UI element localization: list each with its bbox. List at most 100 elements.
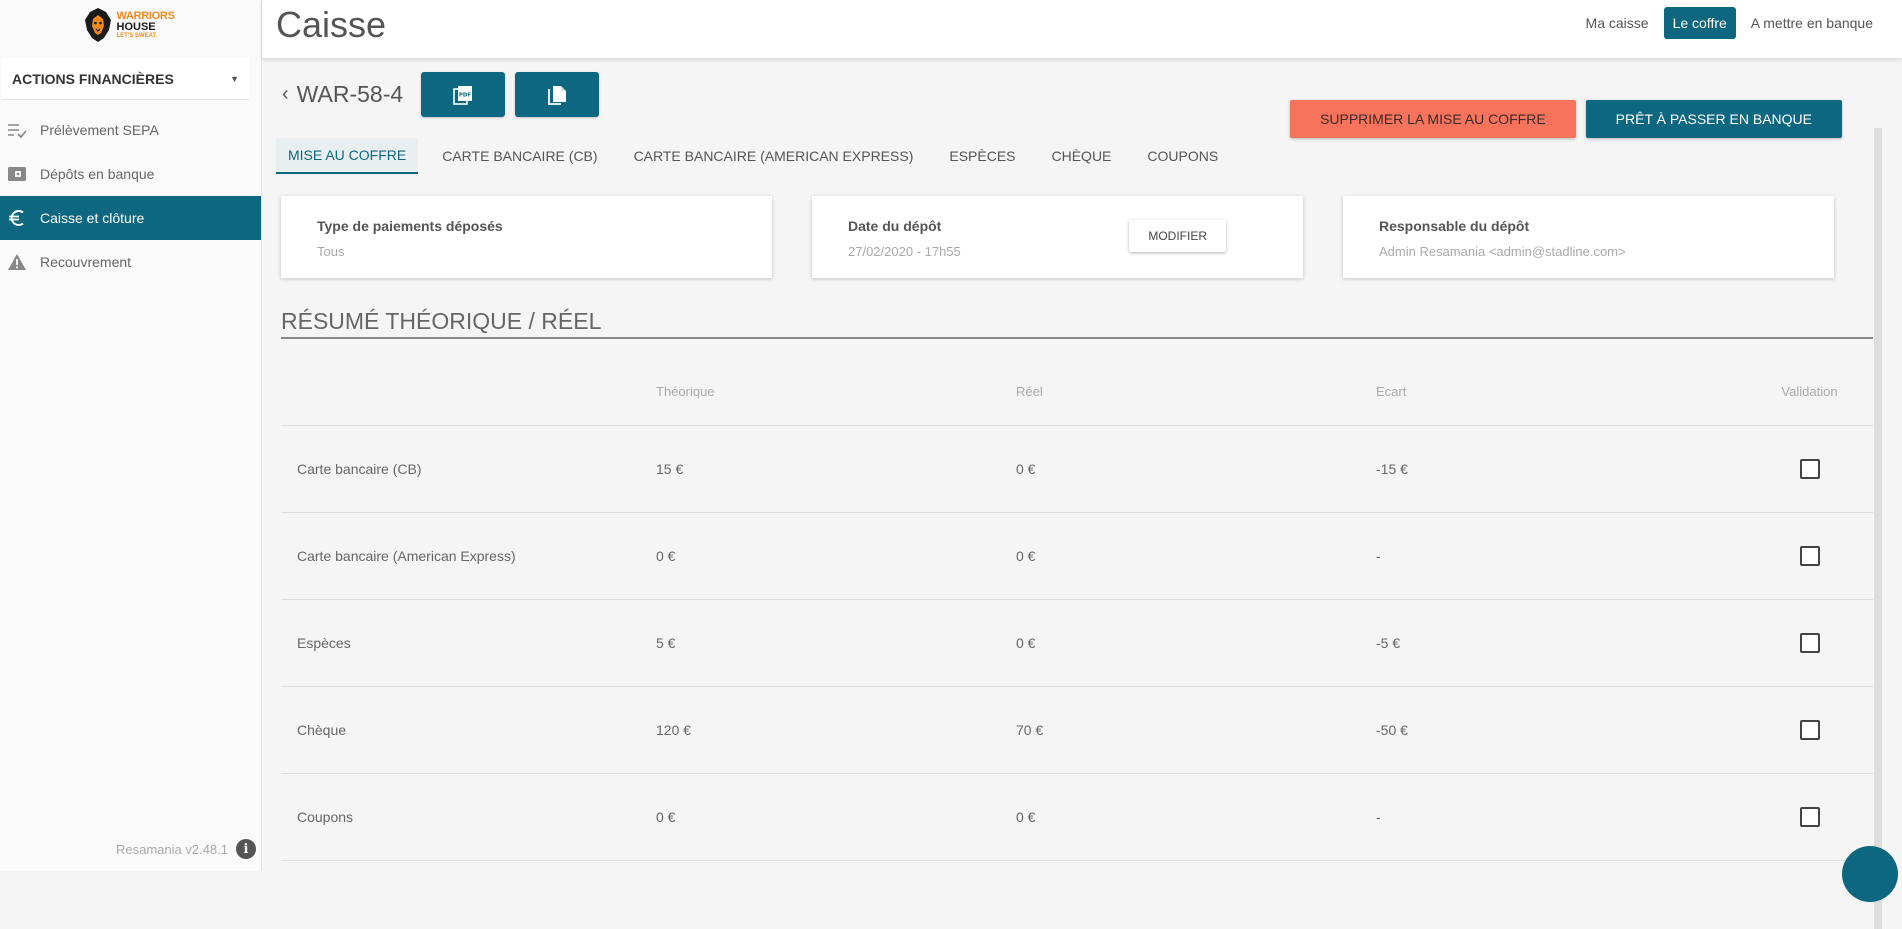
back-link[interactable]: ‹ WAR-58-4 xyxy=(282,81,403,108)
deposit-reference: WAR-58-4 xyxy=(296,81,404,107)
delete-deposit-button[interactable]: SUPPRIMER LA MISE AU COFFRE xyxy=(1290,100,1576,138)
logo-text: WARRIORS HOUSE LET'S SWEAT. xyxy=(116,11,175,40)
cell-validation xyxy=(1746,459,1873,479)
detail-tabs: MISE AU COFFRE CARTE BANCAIRE (CB) CARTE… xyxy=(276,138,1242,174)
warning-icon xyxy=(6,251,28,273)
logo-area: WARRIORS HOUSE LET'S SWEAT. xyxy=(0,0,261,50)
table-row: Coupons 0 € 0 € - xyxy=(281,774,1873,861)
row-label: Carte bancaire (American Express) xyxy=(297,548,516,564)
table-row: Espèces 5 € 0 € -5 € xyxy=(281,600,1873,687)
summary-table: Théorique Réel Ecart Validation Carte ba… xyxy=(281,358,1873,861)
deposit-date-card: Date du dépôt 27/02/2020 - 17h55 MODIFIE… xyxy=(812,196,1303,278)
top-nav: Ma caisse Le coffre A mettre en banque xyxy=(1577,7,1882,39)
cell-reel: 0 € xyxy=(1016,548,1036,564)
cell-ecart: -5 € xyxy=(1376,635,1401,651)
column-header-reel: Réel xyxy=(1016,384,1043,399)
row-label: Chèque xyxy=(297,722,347,738)
sidebar-item-label: Dépôts en banque xyxy=(40,166,155,182)
cell-reel: 0 € xyxy=(1016,809,1036,825)
cell-validation xyxy=(1746,633,1873,653)
cell-ecart: - xyxy=(1376,809,1381,825)
validation-checkbox[interactable] xyxy=(1799,720,1820,740)
warriors-house-logo[interactable]: WARRIORS HOUSE LET'S SWEAT. xyxy=(82,5,180,45)
help-chat-button[interactable] xyxy=(1842,846,1898,902)
sidebar-item-label: Recouvrement xyxy=(40,254,132,270)
sidebar-item-recouvrement[interactable]: Recouvrement xyxy=(0,240,261,284)
card-value: Admin Resamania <admin@stadline.com> xyxy=(1379,244,1626,259)
card-label: Type de paiements déposés xyxy=(317,218,503,234)
info-icon[interactable]: i xyxy=(236,839,256,859)
scrollbar[interactable] xyxy=(1874,128,1882,929)
cell-reel: 0 € xyxy=(1016,635,1036,651)
deposit-info-cards: Type de paiements déposés Tous Date du d… xyxy=(281,196,1834,278)
cell-theorique: 0 € xyxy=(656,809,676,825)
section-select-label: ACTIONS FINANCIÈRES xyxy=(12,70,174,87)
detail-header: ‹ WAR-58-4 PDF xyxy=(282,72,609,117)
tab-coupons[interactable]: COUPONS xyxy=(1135,138,1230,174)
cell-ecart: -15 € xyxy=(1376,461,1408,477)
top-link-le-coffre[interactable]: Le coffre xyxy=(1663,7,1736,39)
euro-icon xyxy=(6,207,28,229)
sidebar-item-label: Prélèvement SEPA xyxy=(40,122,159,138)
section-select[interactable]: ACTIONS FINANCIÈRES ▼ xyxy=(2,58,249,100)
pdf-export-button[interactable]: PDF xyxy=(421,72,506,117)
wallet-icon xyxy=(6,163,28,185)
top-bar: Caisse Ma caisse Le coffre A mettre en b… xyxy=(262,0,1902,58)
card-label: Responsable du dépôt xyxy=(1379,218,1530,234)
tab-especes[interactable]: ESPÈCES xyxy=(937,138,1027,174)
version-text: Resamania v2.48.1 xyxy=(115,841,228,857)
top-link-a-mettre-en-banque[interactable]: A mettre en banque xyxy=(1742,7,1882,39)
sidebar-nav: Prélèvement SEPA Dépôts en banque Caisse… xyxy=(0,108,261,284)
table-header: Théorique Réel Ecart Validation xyxy=(281,358,1873,426)
tab-carte-bancaire-cb[interactable]: CARTE BANCAIRE (CB) xyxy=(430,138,609,174)
validation-checkbox[interactable] xyxy=(1799,459,1820,479)
table-row: Carte bancaire (American Express) 0 € 0 … xyxy=(281,513,1873,600)
lion-logo-icon xyxy=(84,8,111,42)
logo-line-3: LET'S SWEAT. xyxy=(116,33,158,39)
row-label: Coupons xyxy=(297,809,354,825)
page-title: Caisse xyxy=(276,4,387,45)
validation-checkbox[interactable] xyxy=(1799,633,1820,653)
pdf-icon: PDF xyxy=(453,85,473,105)
cell-theorique: 5 € xyxy=(656,635,676,651)
checklist-icon xyxy=(6,119,28,141)
payment-type-card: Type de paiements déposés Tous xyxy=(281,196,772,278)
sidebar-item-depots-en-banque[interactable]: Dépôts en banque xyxy=(0,152,261,196)
cell-reel: 70 € xyxy=(1016,722,1044,738)
column-header-ecart: Ecart xyxy=(1376,384,1407,399)
column-header-theorique: Théorique xyxy=(656,384,715,399)
column-header-validation: Validation xyxy=(1781,384,1838,399)
sidebar-item-prelevement-sepa[interactable]: Prélèvement SEPA xyxy=(0,108,261,152)
deposit-owner-card: Responsable du dépôt Admin Resamania <ad… xyxy=(1343,196,1834,278)
cell-theorique: 0 € xyxy=(656,548,676,564)
tab-mise-au-coffre[interactable]: MISE AU COFFRE xyxy=(276,138,419,174)
cell-reel: 0 € xyxy=(1016,461,1036,477)
cell-theorique: 120 € xyxy=(656,722,692,738)
caret-down-icon: ▼ xyxy=(230,73,239,84)
sidebar-item-caisse-et-cloture[interactable]: Caisse et clôture xyxy=(0,196,261,240)
sidebar: WARRIORS HOUSE LET'S SWEAT. ACTIONS FINA… xyxy=(0,0,262,871)
modify-date-button[interactable]: MODIFIER xyxy=(1129,220,1226,252)
table-row: Carte bancaire (CB) 15 € 0 € -15 € xyxy=(281,426,1873,513)
cell-ecart: - xyxy=(1376,548,1381,564)
version-footer: Resamania v2.48.1 i xyxy=(0,839,262,859)
tab-carte-bancaire-amex[interactable]: CARTE BANCAIRE (AMERICAN EXPRESS) xyxy=(622,138,926,174)
sidebar-item-label: Caisse et clôture xyxy=(40,210,145,226)
svg-text:PDF: PDF xyxy=(459,92,472,98)
top-link-ma-caisse[interactable]: Ma caisse xyxy=(1577,7,1658,39)
summary-title: RÉSUMÉ THÉORIQUE / RÉEL xyxy=(281,308,1873,339)
validation-checkbox[interactable] xyxy=(1799,546,1820,566)
ready-for-bank-button[interactable]: PRÊT À PASSER EN BANQUE xyxy=(1585,100,1842,138)
cell-validation xyxy=(1746,807,1873,827)
row-label: Carte bancaire (CB) xyxy=(297,461,422,477)
cell-theorique: 15 € xyxy=(656,461,684,477)
tab-cheque[interactable]: CHÈQUE xyxy=(1040,138,1124,174)
chevron-left-icon: ‹ xyxy=(282,83,289,105)
validation-checkbox[interactable] xyxy=(1799,807,1820,827)
table-row: Chèque 120 € 70 € -50 € xyxy=(281,687,1873,774)
copy-icon xyxy=(548,85,567,105)
copy-document-button[interactable] xyxy=(515,72,600,117)
action-buttons: SUPPRIMER LA MISE AU COFFRE PRÊT À PASSE… xyxy=(1290,100,1842,138)
row-label: Espèces xyxy=(297,635,351,651)
logo-line-2: HOUSE xyxy=(116,21,156,33)
